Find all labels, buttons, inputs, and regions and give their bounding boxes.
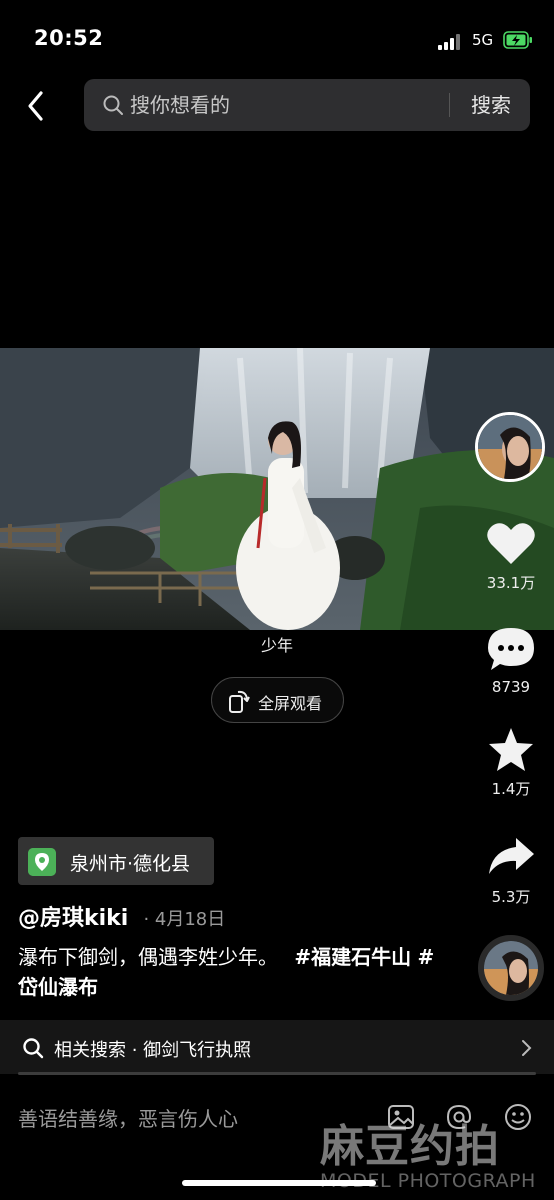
like-button[interactable]: 33.1万 — [478, 520, 544, 593]
search-bar[interactable]: 搜索 — [84, 79, 530, 131]
share-button[interactable]: 5.3万 — [478, 834, 544, 907]
location-tag[interactable]: 泉州市·德化县 — [18, 837, 214, 885]
author-name[interactable]: @房琪kiki — [18, 906, 128, 931]
description-text: 瀑布下御剑，偶遇李姓少年。 — [18, 945, 278, 969]
signal-strength-icon — [438, 34, 464, 50]
search-button[interactable]: 搜索 — [460, 89, 522, 121]
comment-button[interactable]: 8739 — [478, 626, 544, 696]
comment-icon — [488, 628, 534, 670]
related-search-bar[interactable]: 相关搜索 · 御剑飞行执照 — [0, 1020, 554, 1074]
favorite-count: 1.4万 — [491, 780, 531, 798]
video-caption: 少年 — [260, 636, 293, 655]
chevron-left-icon — [28, 91, 43, 121]
video-frame-image — [0, 348, 554, 630]
search-icon — [103, 95, 123, 115]
location-pin-icon — [28, 848, 56, 876]
mention-icon[interactable] — [444, 1102, 474, 1132]
comment-count: 8739 — [491, 678, 531, 696]
share-arrow-icon — [489, 838, 534, 874]
star-icon — [489, 728, 533, 771]
favorite-button[interactable]: 1.4万 — [478, 726, 544, 799]
music-cover-image — [484, 941, 538, 995]
status-bar: 20:52 5G — [0, 0, 554, 80]
location-label: 泉州市·德化县 — [70, 853, 191, 875]
share-count: 5.3万 — [491, 888, 531, 906]
search-input[interactable] — [130, 91, 440, 119]
chevron-right-icon — [522, 1040, 532, 1056]
author-line: @房琪kiki · 4月18日 — [18, 900, 225, 932]
network-type: 5G — [472, 31, 494, 49]
comment-input[interactable] — [18, 1102, 358, 1136]
hashtag-link[interactable]: #福建石牛山 — [294, 945, 411, 969]
video-player[interactable] — [0, 348, 554, 630]
heart-icon — [487, 523, 535, 564]
rotate-phone-icon — [229, 690, 250, 713]
related-search-text: 相关搜索 · 御剑飞行执照 — [54, 1040, 252, 1061]
fullscreen-button[interactable]: 全屏观看 — [211, 677, 344, 723]
post-date: · 4月18日 — [143, 909, 226, 930]
video-description: 瀑布下御剑，偶遇李姓少年。 #福建石牛山 #岱仙瀑布 — [18, 942, 438, 1002]
author-avatar[interactable] — [475, 412, 545, 482]
like-count: 33.1万 — [486, 574, 536, 592]
avatar-image — [478, 415, 542, 479]
music-disc[interactable] — [478, 935, 544, 1001]
home-indicator[interactable] — [182, 1180, 376, 1186]
back-button[interactable] — [18, 84, 58, 128]
search-icon — [23, 1038, 44, 1059]
charging-battery-icon — [503, 31, 532, 49]
search-divider — [449, 93, 450, 117]
fullscreen-label: 全屏观看 — [258, 694, 323, 713]
playback-progress[interactable] — [18, 1072, 536, 1075]
status-time: 20:52 — [34, 26, 104, 50]
image-icon[interactable] — [386, 1102, 416, 1132]
emoji-icon[interactable] — [503, 1102, 533, 1132]
